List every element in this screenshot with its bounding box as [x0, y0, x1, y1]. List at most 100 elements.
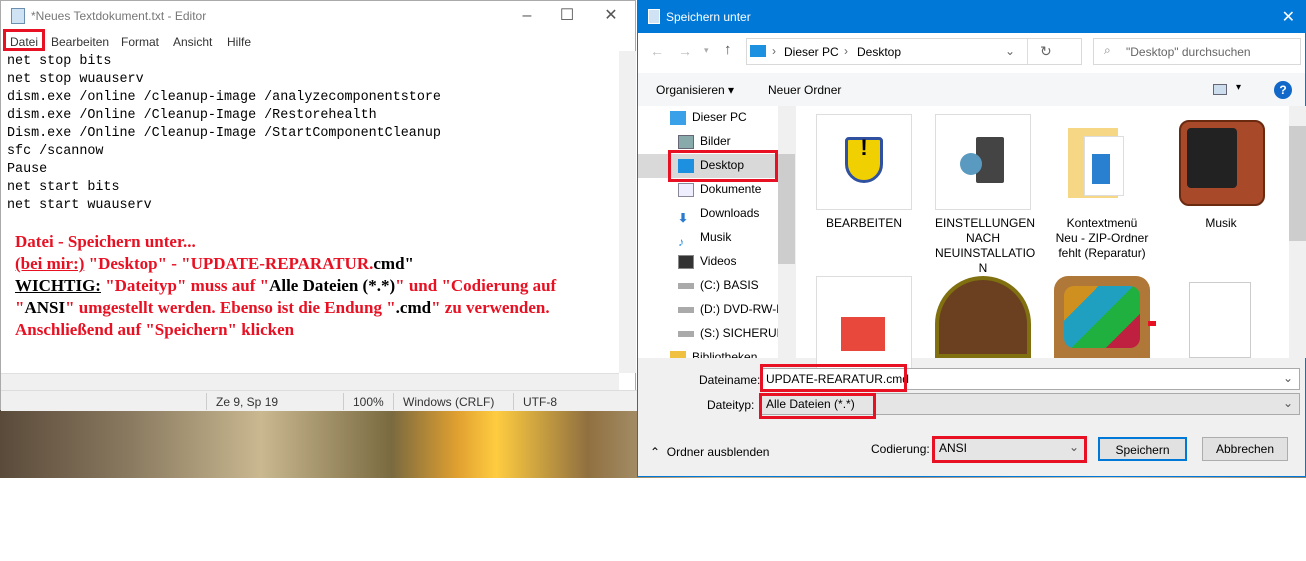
file-item[interactable]: Musik: [1173, 114, 1269, 231]
maximize-button[interactable]: ☐: [547, 5, 587, 27]
navigation-pane: Dieser PC Bilder Desktop Dokumente ⬇ Down…: [638, 106, 795, 358]
code-line: sfc /scannow: [7, 144, 104, 159]
text-file-icon[interactable]: [1189, 282, 1251, 358]
close-button[interactable]: ✕: [1282, 7, 1295, 27]
search-icon: ⌕: [1104, 43, 1111, 57]
highlight-box: [760, 364, 907, 392]
files-scrollbar[interactable]: [1289, 106, 1306, 358]
menu-hilfe[interactable]: Hilfe: [227, 35, 251, 49]
zoom-level: 100%: [353, 395, 384, 409]
toolbox-icon: [841, 317, 885, 351]
notepad-titlebar[interactable]: *Neues Textdokument.txt - Editor – ☐ ✕: [1, 1, 635, 31]
nav-item-musik[interactable]: ♪ Musik: [678, 226, 778, 250]
note-text: "Dateityp" muss auf ": [100, 276, 270, 295]
file-list: ! BEARBEITEN EINSTELLUNGEN NACH NEUINSTAL…: [796, 106, 1289, 372]
refresh-icon[interactable]: ↻: [1040, 43, 1052, 60]
back-arrow-icon[interactable]: ←: [650, 43, 664, 59]
nav-item-d-drive[interactable]: (D:) DVD-RW-L: [678, 298, 778, 322]
menu-ansicht[interactable]: Ansicht: [173, 35, 212, 49]
nav-item-s-drive[interactable]: (S:) SICHERUNG: [678, 322, 778, 346]
help-icon[interactable]: ?: [1274, 81, 1292, 99]
cancel-button[interactable]: Abbrechen: [1202, 437, 1288, 461]
registry-icon: [1092, 154, 1110, 184]
view-options-icon[interactable]: [1213, 84, 1227, 95]
save-as-dialog: Speichern unter ✕ ← → ▾ ↑ › Dieser PC › …: [637, 0, 1306, 477]
status-bar: Ze 9, Sp 19 100% Windows (CRLF) UTF-8: [1, 390, 637, 411]
notepad-icon: [648, 9, 660, 24]
nav-item-bibliotheken[interactable]: Bibliotheken: [670, 346, 770, 358]
note-text: ANSI: [24, 298, 66, 317]
encoding-label: Codierung:: [871, 442, 930, 456]
note-text: .cmd: [395, 298, 432, 317]
encoding: UTF-8: [523, 395, 557, 409]
new-folder-button[interactable]: Neuer Ordner: [768, 83, 841, 97]
cursor-position: Ze 9, Sp 19: [216, 395, 279, 409]
file-item[interactable]: ! BEARBEITEN: [816, 114, 912, 231]
breadcrumb-item[interactable]: Desktop: [857, 45, 901, 59]
window-title: *Neues Textdokument.txt - Editor: [31, 9, 207, 23]
up-arrow-icon[interactable]: ↑: [724, 41, 732, 58]
search-input[interactable]: ⌕ "Desktop" durchsuchen: [1093, 38, 1301, 65]
code-line: Dism.exe /Online /Cleanup-Image /StartCo…: [7, 126, 441, 141]
nav-item-dieser-pc[interactable]: Dieser PC: [670, 106, 770, 130]
note-text: " umgestellt werden. Ebenso ist die Endu…: [65, 298, 396, 317]
file-item[interactable]: Kontextmenü Neu - ZIP-Ordner fehlt (Repa…: [1054, 114, 1150, 261]
dialog-toolbar: Organisieren ▾ Neuer Ordner ▾ ?: [638, 73, 1305, 106]
search-placeholder: "Desktop" durchsuchen: [1126, 45, 1251, 59]
game-icon[interactable]: [935, 276, 1031, 358]
code-line: dism.exe /online /cleanup-image /analyze…: [7, 90, 441, 105]
note-text: "Desktop" - "UPDATE-REPARATUR.: [84, 254, 374, 273]
note-text: (bei mir:): [15, 254, 85, 273]
nav-scrollbar[interactable]: [778, 106, 795, 358]
highlight-box: [932, 436, 1087, 463]
code-line: dism.exe /Online /Cleanup-Image /Restore…: [7, 108, 377, 123]
desktop-icon: [750, 45, 766, 57]
code-line: Pause: [7, 162, 48, 177]
note-line: (bei mir:) "Desktop" - "UPDATE-REPARATUR…: [15, 253, 615, 275]
dialog-titlebar[interactable]: Speichern unter ✕: [638, 1, 1305, 33]
nav-item-videos[interactable]: Videos: [678, 250, 778, 274]
notepad-window: *Neues Textdokument.txt - Editor – ☐ ✕ D…: [0, 0, 637, 411]
breadcrumb-item[interactable]: Dieser PC: [784, 45, 839, 59]
note-text: " zu verwenden.: [431, 298, 550, 317]
hide-folders-button[interactable]: ⌃ Ordner ausblenden: [650, 445, 769, 459]
organize-button[interactable]: Organisieren ▾: [656, 83, 734, 97]
gear-icon: [960, 153, 982, 175]
menu-bar: Datei Bearbeiten Format Ansicht Hilfe: [1, 29, 635, 51]
note-line: Datei - Speichern unter...: [15, 232, 196, 251]
minimize-button[interactable]: –: [507, 5, 547, 27]
nav-item-downloads[interactable]: ⬇ Downloads: [678, 202, 778, 226]
code-line: net start bits: [7, 180, 120, 195]
forward-arrow-icon[interactable]: →: [678, 43, 692, 59]
note-text: cmd": [373, 254, 414, 273]
close-button[interactable]: ✕: [591, 5, 631, 27]
address-bar[interactable]: › Dieser PC › Desktop ⌄ ↻: [746, 38, 1082, 65]
recent-chevron-icon[interactable]: ▾: [704, 45, 709, 56]
menu-bearbeiten[interactable]: Bearbeiten: [51, 35, 109, 49]
navigation-bar: ← → ▾ ↑ › Dieser PC › Desktop ⌄ ↻ ⌕ "Des…: [638, 33, 1305, 73]
nav-item-c-drive[interactable]: (C:) BASIS: [678, 274, 778, 298]
filename-label: Dateiname:: [699, 373, 761, 387]
view-dropdown-icon[interactable]: ▾: [1236, 82, 1241, 93]
highlight-box: [3, 29, 45, 51]
warning-shield-icon: !: [845, 137, 883, 183]
chevron-down-icon[interactable]: ⌄: [1005, 44, 1015, 58]
line-ending: Windows (CRLF): [403, 395, 495, 409]
save-button[interactable]: Speichern: [1098, 437, 1187, 461]
game-icon[interactable]: [1054, 276, 1150, 358]
text-editor[interactable]: net stop bits net stop wuauserv dism.exe /…: [7, 53, 441, 215]
dialog-title: Speichern unter: [666, 10, 751, 24]
highlight-box: [759, 393, 876, 419]
file-item[interactable]: EINSTELLUNGEN NACH NEUINSTALLATIO N: [935, 114, 1035, 276]
music-app-icon: [1179, 120, 1265, 206]
menu-format[interactable]: Format: [121, 35, 159, 49]
code-line: net start wuauserv: [7, 198, 152, 213]
notepad-icon: [11, 8, 25, 24]
horizontal-scrollbar[interactable]: [1, 373, 619, 390]
file-item[interactable]: [816, 276, 912, 378]
filetype-label: Dateityp:: [707, 398, 755, 412]
note-text: Alle Dateien (*.*): [269, 276, 396, 295]
instruction-note: Datei - Speichern unter... (bei mir:) "D…: [15, 231, 615, 341]
code-line: net stop wuauserv: [7, 72, 144, 87]
vertical-scrollbar[interactable]: [619, 51, 636, 373]
